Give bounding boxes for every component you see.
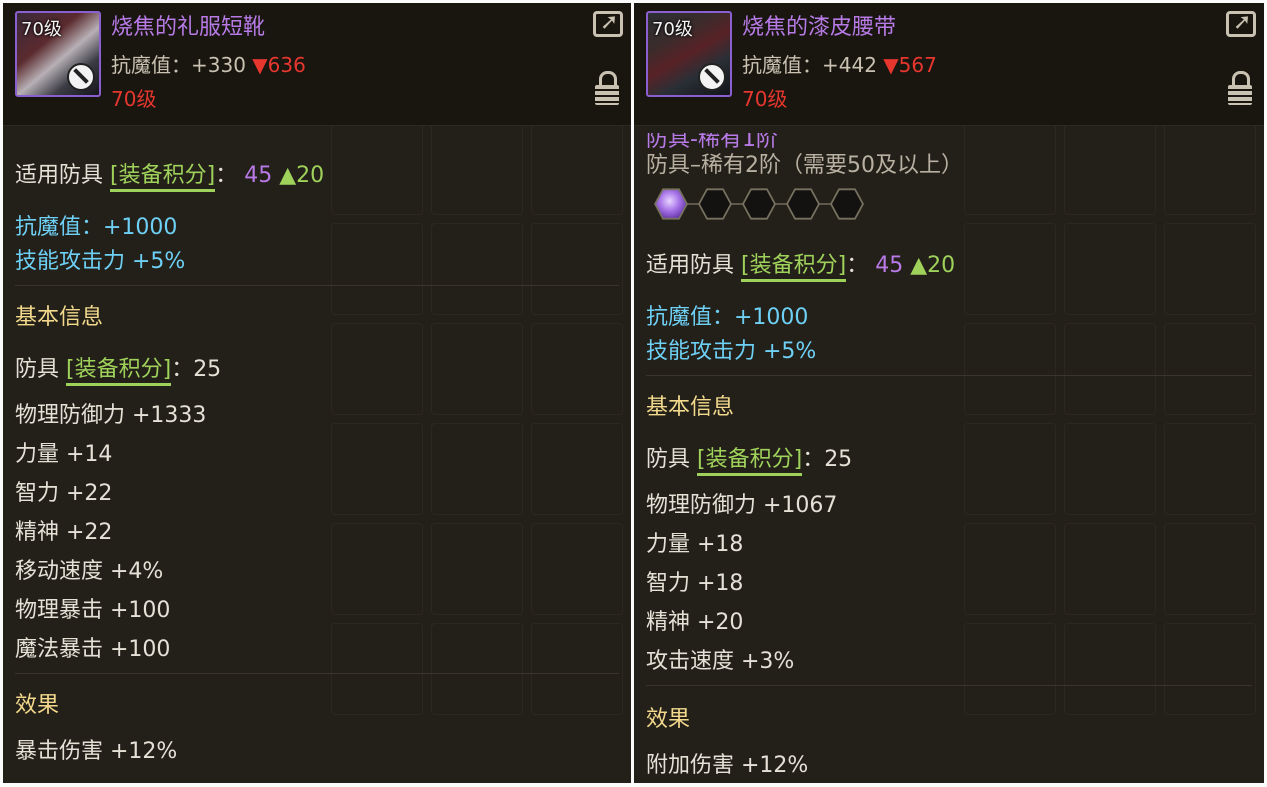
attr-line: 力量 +14: [15, 442, 113, 467]
level-badge: 70级: [21, 19, 62, 40]
item-main-stat: 抗魔值：+330 ▼636: [111, 53, 306, 77]
item-header: 70级 烧焦的漆皮腰带 抗魔值：+442 ▼567 70级: [634, 3, 1264, 126]
rarity-line: 防具–稀有2阶（需要50及以上）: [646, 153, 963, 178]
attr-line: 智力 +22: [15, 481, 113, 506]
gem-socket-icon[interactable]: [786, 188, 820, 220]
item-main-stat: 抗魔值：+442 ▼567: [742, 53, 937, 77]
bonus-stat: 抗魔值：+1000: [646, 305, 809, 330]
armor-score-tag: [装备积分]: [66, 357, 172, 386]
bonus-stat: 抗魔值：+1000: [15, 215, 178, 240]
stat-drop: ▼567: [883, 53, 937, 77]
section-title-effect: 效果: [15, 693, 60, 718]
score-up: ▲20: [279, 163, 325, 188]
attr-line: 精神 +20: [646, 610, 744, 635]
background-slot-grid: [964, 123, 1264, 783]
armor-score-row: 防具 [装备积分]：25: [15, 351, 221, 386]
equipment-score-tag: [装备积分]: [741, 253, 847, 282]
required-level: 70级: [111, 87, 157, 111]
bonus-stat: 技能攻击力 +5%: [646, 339, 817, 364]
score-up: ▲20: [910, 253, 956, 278]
equipment-score-row: 适用防具 [装备积分]： 45 ▲20: [15, 157, 325, 192]
lock-icon[interactable]: [1228, 71, 1252, 105]
item-icon-boots[interactable]: 70级: [15, 11, 101, 97]
gem-socket-icon[interactable]: [742, 188, 776, 220]
bonus-stat: 技能攻击力 +5%: [15, 249, 186, 274]
item-header: 70级 烧焦的礼服短靴 抗魔值：+330 ▼636 70级: [3, 3, 631, 126]
divider: [15, 285, 619, 286]
ban-icon: [67, 63, 95, 91]
effect-line: 附加伤害 +12%: [646, 753, 809, 778]
attr-line: 力量 +18: [646, 532, 744, 557]
required-level: 70级: [742, 87, 788, 111]
attr-line: 物理防御力 +1333: [15, 403, 207, 428]
section-title-basic: 基本信息: [646, 395, 735, 420]
gem-socket-icon[interactable]: [654, 188, 688, 220]
gem-socket-icon[interactable]: [830, 188, 864, 220]
attr-line: 物理防御力 +1067: [646, 493, 838, 518]
stat-drop: ▼636: [252, 53, 306, 77]
armor-score-tag: [装备积分]: [697, 447, 803, 476]
ban-icon: [698, 63, 726, 91]
divider: [646, 685, 1252, 686]
attr-line: 魔法暴击 +100: [15, 637, 171, 662]
item-name: 烧焦的漆皮腰带: [742, 15, 897, 40]
item-tooltip-left: 70级 烧焦的礼服短靴 抗魔值：+330 ▼636 70级 适用防具 [装备积分…: [3, 3, 631, 783]
attr-line: 移动速度 +4%: [15, 559, 164, 584]
divider: [646, 375, 1252, 376]
lock-icon[interactable]: [595, 71, 619, 105]
divider: [15, 673, 619, 674]
section-title-basic: 基本信息: [15, 305, 104, 330]
item-name: 烧焦的礼服短靴: [111, 15, 266, 40]
equipment-score-row: 适用防具 [装备积分]： 45 ▲20: [646, 247, 956, 282]
section-title-effect: 效果: [646, 707, 691, 732]
item-tooltip-right: 70级 烧焦的漆皮腰带 抗魔值：+442 ▼567 70级 防具-稀有1阶 防具…: [634, 3, 1264, 783]
attr-line: 智力 +18: [646, 571, 744, 596]
share-icon[interactable]: [1226, 10, 1256, 37]
background-slot-grid: [331, 123, 631, 783]
equipment-score-tag: [装备积分]: [110, 163, 216, 192]
attr-line: 精神 +22: [15, 520, 113, 545]
effect-line: 暴击伤害 +12%: [15, 739, 178, 764]
item-icon-belt[interactable]: 70级: [646, 11, 732, 97]
share-icon[interactable]: [593, 10, 623, 37]
attr-line: 攻击速度 +3%: [646, 649, 795, 674]
level-badge: 70级: [652, 19, 693, 40]
armor-score-row: 防具 [装备积分]：25: [646, 441, 852, 476]
attr-line: 物理暴击 +100: [15, 598, 171, 623]
gem-socket-icon[interactable]: [698, 188, 732, 220]
